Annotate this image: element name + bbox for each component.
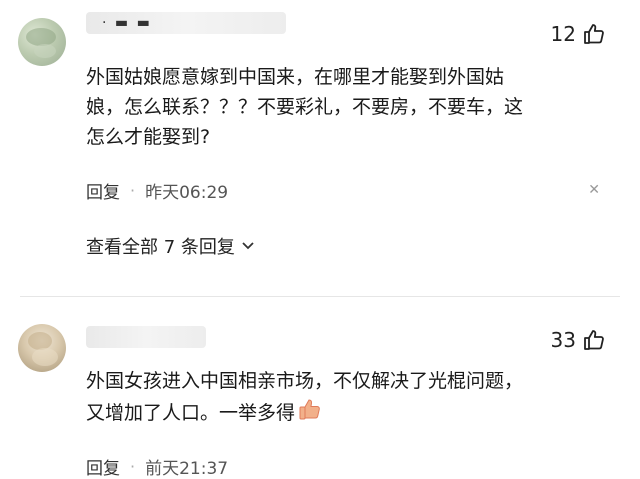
thumbs-up-outline-icon: [582, 328, 606, 352]
comment-line: 怎么才能娶到?: [86, 126, 211, 148]
thumbs-up-emoji-icon: [297, 396, 323, 431]
comment-line-with-emoji: 又增加了人口。一举多得: [86, 396, 606, 431]
separator-dot: ·: [130, 457, 136, 476]
like-button[interactable]: 12: [551, 22, 606, 46]
view-all-replies-label: 查看全部 7 条回复: [86, 237, 235, 258]
view-all-replies-link[interactable]: 查看全部 7 条回复: [86, 233, 255, 259]
comment-meta: 回复 · 昨天06:29: [86, 178, 228, 203]
avatar[interactable]: [18, 324, 66, 372]
comment-line: 外国姑娘愿意嫁到中国来，在哪里才能娶到外国姑: [86, 66, 505, 88]
chevron-down-icon: [241, 236, 255, 257]
username-blurred[interactable]: · ▬ ▬: [86, 12, 286, 34]
comment-line: 又增加了人口。一举多得: [86, 402, 296, 424]
like-count: 12: [550, 22, 576, 46]
comment-body: 外国姑娘愿意嫁到中国来，在哪里才能娶到外国姑 娘，怎么联系？？？不要彩礼，不要房…: [86, 62, 606, 152]
close-x-icon[interactable]: ✕: [588, 182, 600, 198]
comment-meta: 回复 · 前天21:37: [86, 454, 228, 479]
timestamp: 前天21:37: [145, 459, 229, 479]
username-blurred[interactable]: [86, 326, 206, 348]
reply-button[interactable]: 回复: [86, 454, 120, 479]
comment-line: 外国女孩进入中国相亲市场，不仅解决了光棍问题，: [86, 370, 524, 392]
divider: [20, 296, 620, 297]
comment-2: 33 外国女孩进入中国相亲市场，不仅解决了光棍问题， 又增加了人口。一举多得 回…: [0, 300, 640, 479]
comment-body: 外国女孩进入中国相亲市场，不仅解决了光棍问题， 又增加了人口。一举多得: [86, 366, 606, 431]
thumbs-up-outline-icon: [582, 22, 606, 46]
comment-line: 娘，怎么联系？？？不要彩礼，不要房，不要车，这: [86, 96, 524, 118]
like-button[interactable]: 33: [551, 328, 606, 352]
timestamp: 昨天06:29: [145, 183, 229, 203]
like-count: 33: [550, 328, 576, 352]
comment-1: · ▬ ▬ 12 外国姑娘愿意嫁到中国来，在哪里才能娶到外国姑 娘，怎么联系？？…: [0, 0, 640, 310]
avatar[interactable]: [18, 18, 66, 66]
separator-dot: ·: [130, 181, 136, 200]
reply-button[interactable]: 回复: [86, 178, 120, 203]
